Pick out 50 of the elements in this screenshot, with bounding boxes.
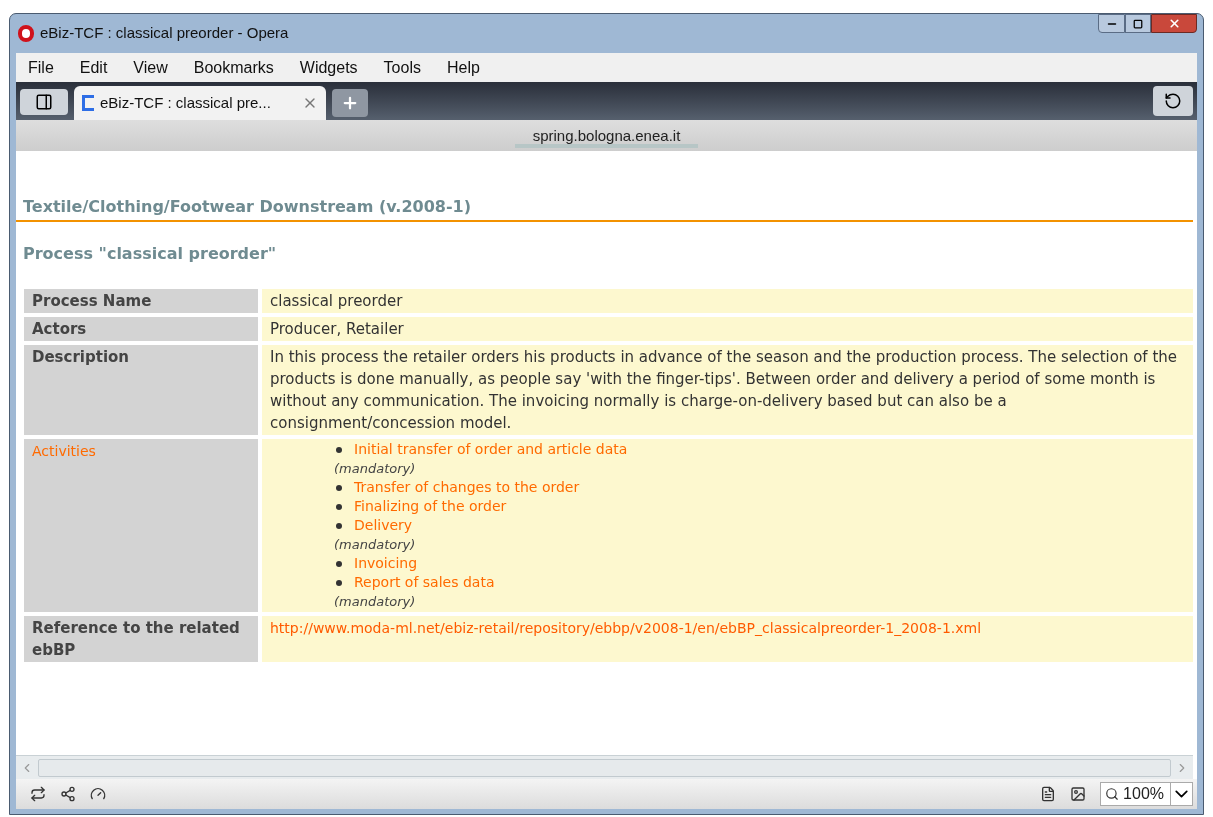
close-icon [1167,17,1181,30]
gauge-icon[interactable] [90,786,106,802]
share-icon[interactable] [60,786,76,802]
page-icon[interactable] [1040,786,1057,802]
bullet-icon [336,446,342,453]
maximize-icon [1133,18,1143,29]
menu-item[interactable]: View [133,55,168,80]
row-value: Producer, Retailer [270,320,404,338]
site-title: Textile/Clothing/Footwear Downstream (v.2008-1) [23,197,472,216]
panel-toggle-button[interactable] [20,89,68,115]
zoom-icon [1105,787,1120,801]
menu-item[interactable]: Tools [383,55,421,80]
image-icon[interactable] [1070,786,1087,802]
menu-item[interactable]: Bookmarks [193,55,274,80]
window-title: eBiz-TCF : classical preorder - Opera [40,23,289,44]
row-label: Reference to the related ebBP [32,619,240,659]
plus-icon [341,94,359,112]
row-label: Description [32,348,130,366]
tab-favicon-icon [82,95,94,111]
maximize-button[interactable] [1125,14,1151,33]
menu-item[interactable]: File [28,55,54,80]
bullet-icon [336,560,342,567]
tab-title: eBiz-TCF : classical pre... [100,92,271,113]
bullet-icon [336,503,342,510]
row-value: classical preorder [270,292,403,310]
bullet-icon [336,579,342,586]
closed-tabs-button[interactable] [1153,86,1193,116]
zoom-value: 100% [1123,784,1165,804]
zoom-control[interactable]: 100% [1100,782,1193,806]
minimize-button[interactable] [1098,14,1125,33]
bullet-icon [336,484,342,491]
row-value: In this process the retailer orders his products in advance of the season and the production process. The selection of the products is done manually, as people say 'with the finger-tips'. Between order and delivery a period of some month is without any communication. The invoicing normally is charge-on-delivery based but can also be a consignment/concession model. [270,348,1178,432]
arrows-icon[interactable] [30,786,46,802]
mandatory-note: (mandatory) [334,460,416,478]
new-tab-button[interactable] [332,89,368,117]
mandatory-note: (mandatory) [334,593,416,611]
mandatory-note: (mandatory) [334,536,416,554]
page-heading: Process "classical preorder" [22,243,277,265]
menu-item[interactable]: Edit [79,55,108,80]
bullet-icon [336,522,342,529]
undo-icon [1164,92,1182,110]
browser-tab[interactable]: eBiz-TCF : classical pre... [74,86,326,120]
panel-icon [35,93,53,111]
menu-item[interactable]: Help [446,55,480,80]
scrollbar-thumb[interactable] [38,758,1171,777]
row-label: Actors [32,320,87,338]
row-label: Process Name [32,292,152,310]
opera-logo-icon [18,25,34,42]
close-button[interactable] [1151,14,1197,33]
menu-item[interactable]: Widgets [299,55,358,80]
